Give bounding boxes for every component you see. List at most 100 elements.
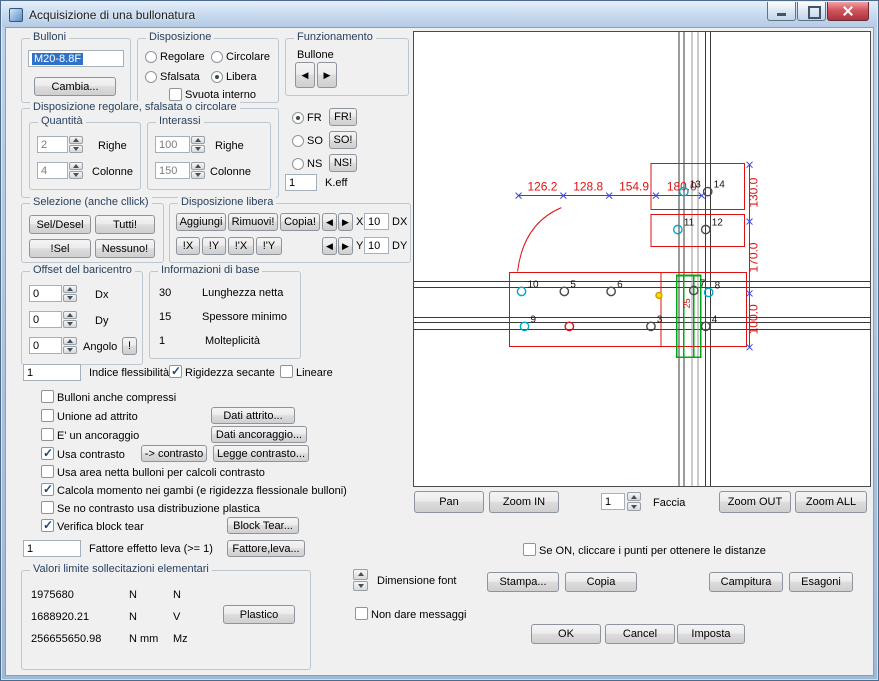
next-bolt-button[interactable]: ▶ xyxy=(317,62,337,88)
bolt-point[interactable] xyxy=(607,287,615,295)
spin-up-icon[interactable] xyxy=(191,162,205,170)
invert-x-button[interactable]: !X xyxy=(176,237,200,255)
keff-field[interactable]: 1 xyxy=(285,174,317,191)
non-dare-messaggi-checkbox[interactable] xyxy=(355,607,368,620)
tutti-button[interactable]: Tutti! xyxy=(95,215,155,234)
spin-down-icon[interactable] xyxy=(69,145,83,153)
maximize-button[interactable] xyxy=(797,2,826,21)
misura-distanze-checkbox[interactable] xyxy=(523,543,536,556)
bolt-point[interactable] xyxy=(560,287,568,295)
spin-up-icon[interactable] xyxy=(353,569,368,580)
interassi-colonne-spinner[interactable]: 150 xyxy=(155,162,205,179)
esagoni-button[interactable]: Esagoni xyxy=(789,572,853,592)
spin-up-icon[interactable] xyxy=(63,285,77,293)
ns-apply-button[interactable]: NS! xyxy=(329,154,357,172)
title-bar[interactable]: Acquisizione di una bullonatura xyxy=(2,2,877,27)
spin-up-icon[interactable] xyxy=(69,136,83,144)
dati-ancoraggio-button[interactable]: Dati ancoraggio... xyxy=(211,426,307,443)
invert-local-x-button[interactable]: !'X xyxy=(228,237,254,255)
cancel-button[interactable]: Cancel xyxy=(605,624,675,644)
fattore-leva-field[interactable]: 1 xyxy=(23,540,81,557)
copia-button[interactable]: Copia xyxy=(565,572,637,592)
aggiungi-button[interactable]: Aggiungi xyxy=(176,213,226,231)
contrasto-button[interactable]: -> contrasto xyxy=(141,445,207,462)
dy-field[interactable]: 10 xyxy=(364,237,389,254)
stampa-button[interactable]: Stampa... xyxy=(487,572,559,592)
bulloni-compressi-checkbox[interactable] xyxy=(41,390,54,403)
bolt-type-field[interactable]: M20-8.8F xyxy=(28,50,124,67)
spin-down-icon[interactable] xyxy=(63,320,77,328)
bolt-point[interactable] xyxy=(517,287,525,295)
legge-contrasto-button[interactable]: Legge contrasto... xyxy=(213,445,309,462)
radio-ns[interactable] xyxy=(292,158,304,170)
spin-down-icon[interactable] xyxy=(69,171,83,179)
spin-up-icon[interactable] xyxy=(63,337,77,345)
unione-attrito-checkbox[interactable] xyxy=(41,409,54,422)
radio-so[interactable] xyxy=(292,135,304,147)
spin-up-icon[interactable] xyxy=(69,162,83,170)
prev-bolt-button[interactable]: ◀ xyxy=(295,62,315,88)
radio-sfalsata[interactable] xyxy=(145,71,157,83)
faccia-spinner[interactable] xyxy=(627,492,641,511)
offset-angolo-spinner[interactable]: 0 xyxy=(29,337,77,354)
indice-flessibilita-field[interactable]: 1 xyxy=(23,364,81,381)
area-netta-checkbox[interactable] xyxy=(41,465,54,478)
spin-down-icon[interactable] xyxy=(63,294,77,302)
distribuzione-plastica-checkbox[interactable] xyxy=(41,501,54,514)
spin-up-icon[interactable] xyxy=(627,492,641,501)
radio-circolare[interactable] xyxy=(211,51,223,63)
fattore-leva-button[interactable]: Fattore,leva... xyxy=(227,540,305,557)
rimuovi-button[interactable]: Rimuovi! xyxy=(228,213,278,231)
interassi-righe-spinner[interactable]: 100 xyxy=(155,136,205,153)
faccia-field[interactable]: 1 xyxy=(601,493,625,510)
sel-desel-button[interactable]: Sel/Desel xyxy=(29,215,91,234)
spin-up-icon[interactable] xyxy=(63,311,77,319)
spin-down-icon[interactable] xyxy=(191,171,205,179)
plastico-button[interactable]: Plastico xyxy=(223,605,295,624)
verifica-blocktear-checkbox[interactable] xyxy=(41,519,54,532)
svuota-interno-checkbox[interactable] xyxy=(169,88,182,101)
so-apply-button[interactable]: SO! xyxy=(329,131,357,149)
angolo-apply-button[interactable]: ! xyxy=(122,337,137,355)
quantita-colonne-spinner[interactable]: 4 xyxy=(37,162,83,179)
campitura-button[interactable]: Campitura xyxy=(709,572,783,592)
zoom-out-button[interactable]: Zoom OUT xyxy=(719,491,791,513)
nessuno-button[interactable]: Nessuno! xyxy=(95,239,155,258)
copia-bolt-button[interactable]: Copia! xyxy=(280,213,320,231)
radio-fr[interactable] xyxy=(292,112,304,124)
dati-attrito-button[interactable]: Dati attrito... xyxy=(211,407,295,424)
y-minus-button[interactable]: ◀ xyxy=(322,237,337,255)
imposta-button[interactable]: Imposta xyxy=(677,624,745,644)
spin-down-icon[interactable] xyxy=(627,502,641,511)
pan-button[interactable]: Pan xyxy=(414,491,484,513)
x-plus-button[interactable]: ▶ xyxy=(338,213,353,231)
radio-libera[interactable] xyxy=(211,71,223,83)
x-minus-button[interactable]: ◀ xyxy=(322,213,337,231)
zoom-all-button[interactable]: Zoom ALL xyxy=(795,491,867,513)
invert-sel-button[interactable]: !Sel xyxy=(29,239,91,258)
block-tear-button[interactable]: Block Tear... xyxy=(227,517,299,534)
rigidezza-secante-checkbox[interactable] xyxy=(169,365,182,378)
offset-dy-spinner[interactable]: 0 xyxy=(29,311,77,328)
y-plus-button[interactable]: ▶ xyxy=(338,237,353,255)
dx-field[interactable]: 10 xyxy=(364,213,389,230)
calcola-momento-checkbox[interactable] xyxy=(41,483,54,496)
cambia-button[interactable]: Cambia... xyxy=(34,77,116,96)
lineare-checkbox[interactable] xyxy=(280,365,293,378)
ancoraggio-checkbox[interactable] xyxy=(41,428,54,441)
invert-local-y-button[interactable]: !'Y xyxy=(256,237,282,255)
spin-up-icon[interactable] xyxy=(191,136,205,144)
usa-contrasto-checkbox[interactable] xyxy=(41,447,54,460)
zoom-in-button[interactable]: Zoom IN xyxy=(489,491,559,513)
spin-down-icon[interactable] xyxy=(63,346,77,354)
bolt-point[interactable] xyxy=(674,225,682,233)
fr-apply-button[interactable]: FR! xyxy=(329,108,357,126)
bolt-point[interactable] xyxy=(656,292,662,298)
invert-y-button[interactable]: !Y xyxy=(202,237,226,255)
spin-down-icon[interactable] xyxy=(353,581,368,592)
ok-button[interactable]: OK xyxy=(531,624,601,644)
spin-down-icon[interactable] xyxy=(191,145,205,153)
drawing-canvas[interactable]: 126.2 128.8 154.9 180.0 130.0 170.0 100.… xyxy=(413,31,871,487)
close-button[interactable] xyxy=(827,2,869,21)
offset-dx-spinner[interactable]: 0 xyxy=(29,285,77,302)
